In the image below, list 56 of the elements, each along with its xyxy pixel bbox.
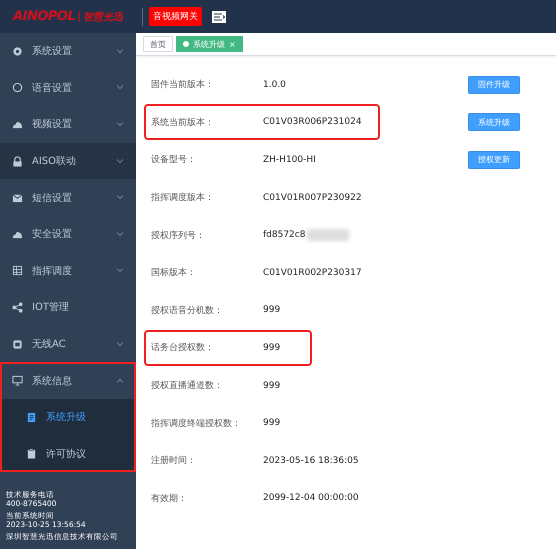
logo: AINOPOL| 智慧光迅 — [12, 9, 124, 24]
field-label: 系统当前版本： — [151, 116, 215, 129]
field-value: fd8572c8 — [263, 230, 306, 240]
chevron-down-icon — [116, 232, 124, 237]
field-label: 指挥调度版本： — [151, 192, 215, 204]
field-value: 999 — [263, 342, 280, 353]
field-value: C01V03R006P231024 — [263, 117, 362, 128]
chevron-down-icon — [116, 195, 124, 200]
field-value: C01V01R002P230317 — [263, 268, 362, 278]
clipboard-icon — [26, 448, 37, 460]
field-label: 设备型号： — [151, 154, 197, 166]
chevron-down-icon — [116, 85, 124, 90]
field-value: 1.0.0 — [263, 80, 286, 90]
chevron-down-icon — [116, 48, 124, 54]
document-icon — [26, 412, 37, 423]
field-label: 注册时间： — [151, 454, 197, 468]
network-icon — [12, 302, 23, 313]
field-label: 指挥调度终端授权数： — [151, 418, 242, 430]
menu-icon[interactable] — [212, 10, 226, 22]
sidebar-item[interactable]: 安全设置 — [0, 216, 136, 253]
monitor-icon — [12, 375, 23, 386]
tab[interactable]: 首页 — [143, 36, 173, 52]
field-value: 2023-05-16 18:36:05 — [263, 456, 359, 466]
field-label: 有效期： — [151, 492, 188, 505]
chevron-down-icon — [116, 342, 124, 347]
sidebar-item[interactable]: 无线AC — [0, 326, 136, 362]
sidebar-item[interactable]: 语音设置 — [0, 70, 136, 106]
field-label: 授权直播通道数： — [151, 380, 224, 392]
field-value: 2099-12-04 00:00:00 — [263, 493, 359, 504]
sidebar-item[interactable]: AISO联动 — [0, 142, 136, 180]
chevron-up-icon — [116, 378, 124, 384]
field-label: 固件当前版本： — [151, 78, 215, 92]
sidebar-item[interactable]: 短信设置 — [0, 179, 136, 216]
field-value: 999 — [263, 305, 280, 316]
field-label: 国标版本： — [151, 266, 197, 280]
field-value: ZH-H100-HI — [263, 154, 316, 165]
lock-icon — [12, 156, 23, 167]
submenu-item[interactable]: 系统升级 — [0, 398, 136, 436]
sidebar-item[interactable]: 系统设置 — [0, 33, 136, 70]
chevron-down-icon — [116, 122, 124, 127]
field-value: 999 — [263, 380, 280, 391]
sidebar-item[interactable]: 指挥调度 — [0, 252, 136, 290]
field-value: C01V01R007P230922 — [263, 192, 362, 203]
table-icon — [12, 265, 23, 276]
sidebar-item[interactable]: 系统信息 — [0, 362, 136, 399]
chevron-down-icon — [116, 158, 124, 164]
gateway-badge: 音视频网关 — [149, 7, 202, 26]
field-label: 授权序列号： — [151, 230, 206, 242]
envelope-icon — [12, 192, 23, 204]
field-value: 999 — [263, 418, 280, 428]
chevron-down-icon — [116, 268, 124, 274]
submenu-item[interactable]: 许可协议 — [0, 436, 136, 472]
sidebar-item[interactable]: 视频设置 — [0, 106, 136, 143]
field-label: 话务台授权数： — [151, 342, 215, 354]
field-label: 授权语音分机数： — [151, 304, 224, 317]
sidebar-item[interactable]: IOT管理 — [0, 289, 136, 326]
